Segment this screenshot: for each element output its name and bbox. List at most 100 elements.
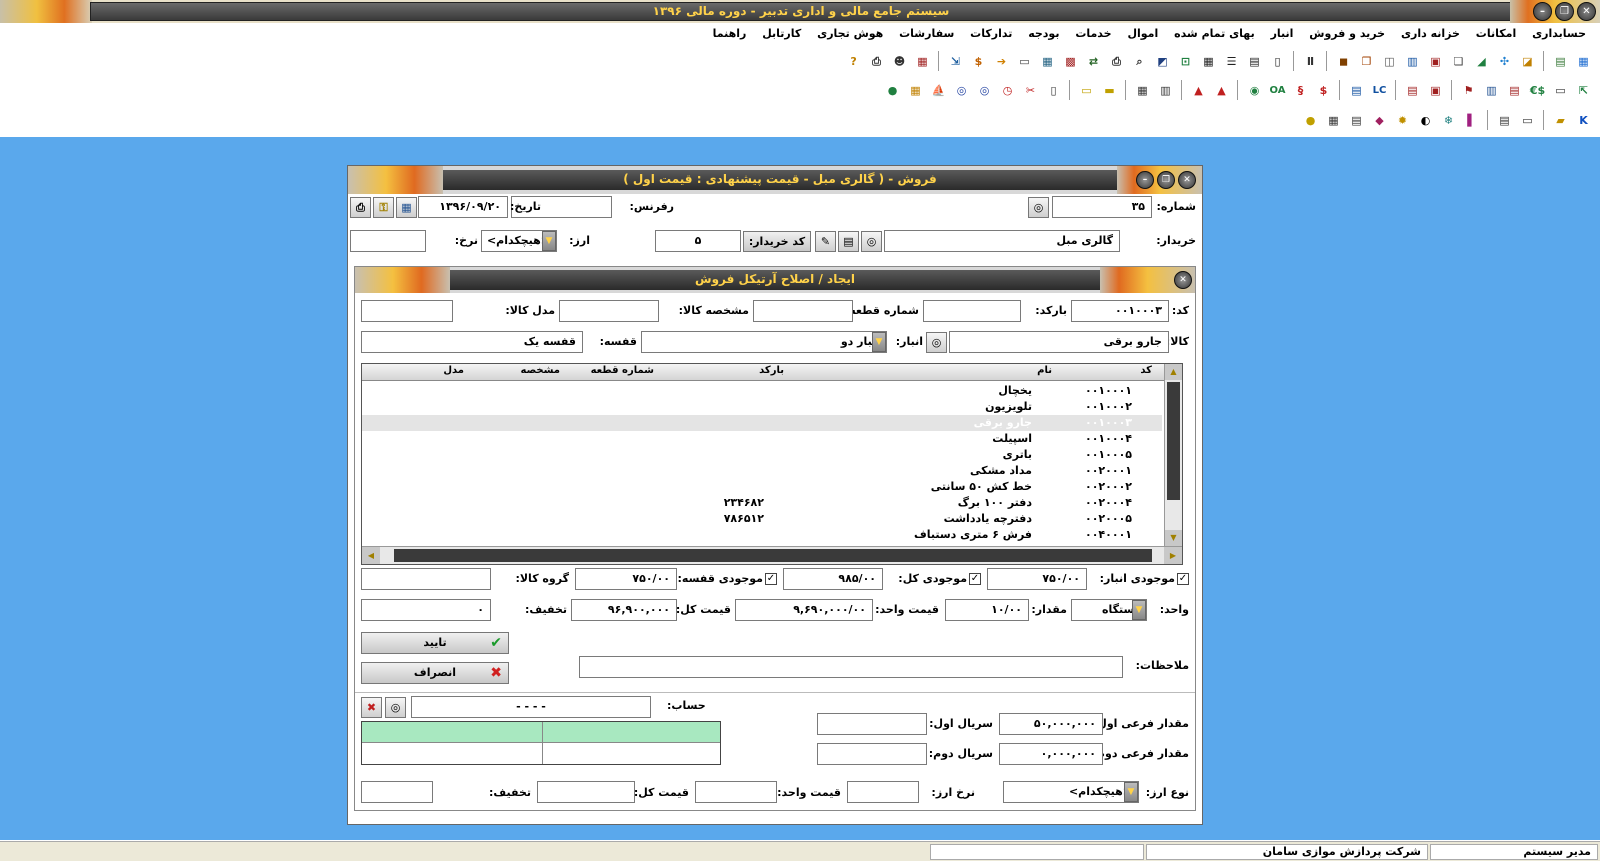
copy-icon[interactable]: ❏ [1448,51,1469,72]
grid-horizontal-scrollbar[interactable]: ◀ ▶ [362,546,1182,564]
table-row[interactable]: ۰۰۲۰۰۰۲ خط کش ۵۰ سانتی [362,479,1162,495]
notes-field[interactable] [579,656,1123,678]
calculator-icon[interactable]: ▦ [1037,51,1058,72]
grid-vertical-scrollbar[interactable]: ▲ ▼ [1164,364,1182,546]
doc-list-icon[interactable]: ▥ [1402,51,1423,72]
table-row[interactable]: ۰۰۴۰۰۰۱ فرش ۶ متری دستباف [362,527,1162,543]
item-field[interactable]: جارو برقی [949,331,1169,353]
forms-icon[interactable]: ▤ [1402,80,1423,101]
table-row[interactable]: ۰۰۱۰۰۰۲ تلویزیون [362,399,1162,415]
stock-total-checkbox[interactable]: ✓ [969,573,981,585]
report-icon[interactable]: ▤ [1550,51,1571,72]
grid-header-spec[interactable]: مشخصه [521,365,561,376]
menu-item-accounting[interactable]: حسابداری [1526,24,1592,43]
app-minimize-icon[interactable]: – [1533,2,1552,21]
warning-icon[interactable]: ▲ [1211,80,1232,101]
dollar-euro-icon[interactable]: $€ [1527,80,1548,101]
shelf-field[interactable]: قفسه یک [361,331,583,353]
menu-item-budget[interactable]: بودجه [1022,24,1065,43]
cash-icon[interactable]: ▤ [1504,80,1525,101]
money-icon[interactable]: $ [968,51,989,72]
budget-icon[interactable]: ▩ [1060,51,1081,72]
gift-icon[interactable]: ▦ [912,51,933,72]
grid-header-code[interactable]: کد [1140,365,1152,376]
snowflake-icon[interactable]: ❄ [1438,110,1459,131]
print-icon[interactable]: ⎙ [866,51,887,72]
moon-icon[interactable]: ◐ [1415,110,1436,131]
card-icon[interactable]: ▰ [1550,110,1571,131]
print-button-icon[interactable]: ⎙ [350,197,371,218]
book-open-icon[interactable]: ▯ [1043,80,1064,101]
graph-icon[interactable]: ◢ [1471,51,1492,72]
table-row[interactable]: ۰۰۱۰۰۰۵ باتری [362,447,1162,463]
ship-icon[interactable]: ⛵ [928,80,949,101]
stack-icon[interactable]: ❐ [1356,51,1377,72]
table-row[interactable]: ۰۰۱۰۰۰۳ جارو برقی [362,415,1162,431]
menu-item-cartable[interactable]: کارتابل [756,24,807,43]
menu-item-bi[interactable]: هوش تجاری [811,24,889,43]
table-row[interactable]: ۰۰۲۰۰۰۵ دفترچه یادداشت ۷۸۶۵۱۲ [362,511,1162,527]
menu-item-warehouse[interactable]: انبار [1265,24,1300,43]
stock-shelf-checkbox[interactable]: ✓ [765,573,777,585]
item-search-icon[interactable]: ◎ [926,332,947,353]
search-icon[interactable]: ⌕ [1129,51,1150,72]
lc-icon[interactable]: LC [1369,80,1390,101]
lc-doc-icon[interactable]: ▤ [1346,80,1367,101]
menu-item-cost[interactable]: بهای تمام شده [1168,24,1261,43]
buyer-search-icon[interactable]: ◎ [861,231,882,252]
menu-item-treasury[interactable]: خزانه داری [1395,24,1466,43]
flag-icon[interactable]: ⚑ [1458,80,1479,101]
monitor-icon[interactable]: ▭ [1014,51,1035,72]
info-icon[interactable]: ● [1300,110,1321,131]
globe-icon[interactable]: ● [882,80,903,101]
clock-icon[interactable]: ◷ [997,80,1018,101]
grid-header-part-number[interactable]: شماره قطعه [591,365,654,376]
image-icon[interactable]: ◩ [1152,51,1173,72]
pdf-icon[interactable]: ▣ [1425,80,1446,101]
app-close-icon[interactable]: ✕ [1577,2,1596,21]
bank-icon[interactable]: ▥ [1481,80,1502,101]
chart-icon[interactable]: ◪ [1517,51,1538,72]
notebook-icon[interactable]: ▥ [1155,80,1176,101]
number-search-icon[interactable]: ◎ [1028,197,1049,218]
warehouse-select[interactable]: انبار دو [641,331,887,353]
buyer-code-field[interactable]: ۵ [655,230,741,252]
barcode-field[interactable] [923,300,1021,322]
arrow-right-icon[interactable]: ➔ [991,51,1012,72]
menu-item-help[interactable]: راهنما [707,24,753,43]
menu-item-buy-sell[interactable]: خرید و فروش [1303,24,1391,43]
table-row[interactable]: ۰۰۲۰۰۰۴ دفتر ۱۰۰ برگ ۲۳۴۶۸۲ [362,495,1162,511]
rate-field[interactable] [350,230,426,252]
table-icon[interactable]: ▦ [1198,51,1219,72]
serial2-field[interactable] [817,743,927,765]
buyer-edit-icon[interactable]: ✎ [815,231,836,252]
window-close-icon[interactable]: ✕ [1178,171,1196,189]
scroll-down-icon[interactable]: ▼ [1165,530,1182,546]
grid-header-model[interactable]: مدل [443,365,464,376]
window-icon[interactable]: ◫ [1379,51,1400,72]
truck-icon[interactable]: ▬ [1099,80,1120,101]
app-maximize-icon[interactable]: ❐ [1555,2,1574,21]
doc-stack-icon[interactable]: ▭ [1517,110,1538,131]
screen-icon[interactable]: ▭ [1550,80,1571,101]
confirm-button[interactable]: ✔ تایید [361,632,509,654]
cube-3d-icon[interactable]: ◆ [1369,110,1390,131]
dialog-close-icon[interactable]: ✕ [1174,271,1192,289]
buyer-code-button[interactable]: کد خریدار: [743,231,811,252]
book-icon[interactable]: ▯ [1267,51,1288,72]
docs-icon[interactable]: ▣ [1425,51,1446,72]
grid-header-barcode[interactable]: بارکد [759,365,784,376]
unit-price-field[interactable]: ۹,۶۹۰,۰۰۰/۰۰ [735,599,873,621]
key-icon[interactable]: ⚿ [373,197,394,218]
binoculars-2-icon[interactable]: ◎ [951,80,972,101]
cancel-button[interactable]: ✖ انصراف [361,662,509,684]
frame-icon[interactable]: ⊡ [1175,51,1196,72]
hscroll-thumb[interactable] [394,549,1152,562]
bar-chart-icon[interactable]: ▌ [1461,110,1482,131]
qa-icon[interactable]: ◉ [1244,80,1265,101]
scroll-right-icon[interactable]: ▶ [1164,547,1182,564]
columns-icon[interactable]: Ⅱ [1300,51,1321,72]
currency-type-select[interactable]: <هیچکدام> [1003,781,1139,803]
unit-dropdown-icon[interactable]: ▼ [1132,600,1146,620]
account-field[interactable]: - - - - [411,696,651,718]
